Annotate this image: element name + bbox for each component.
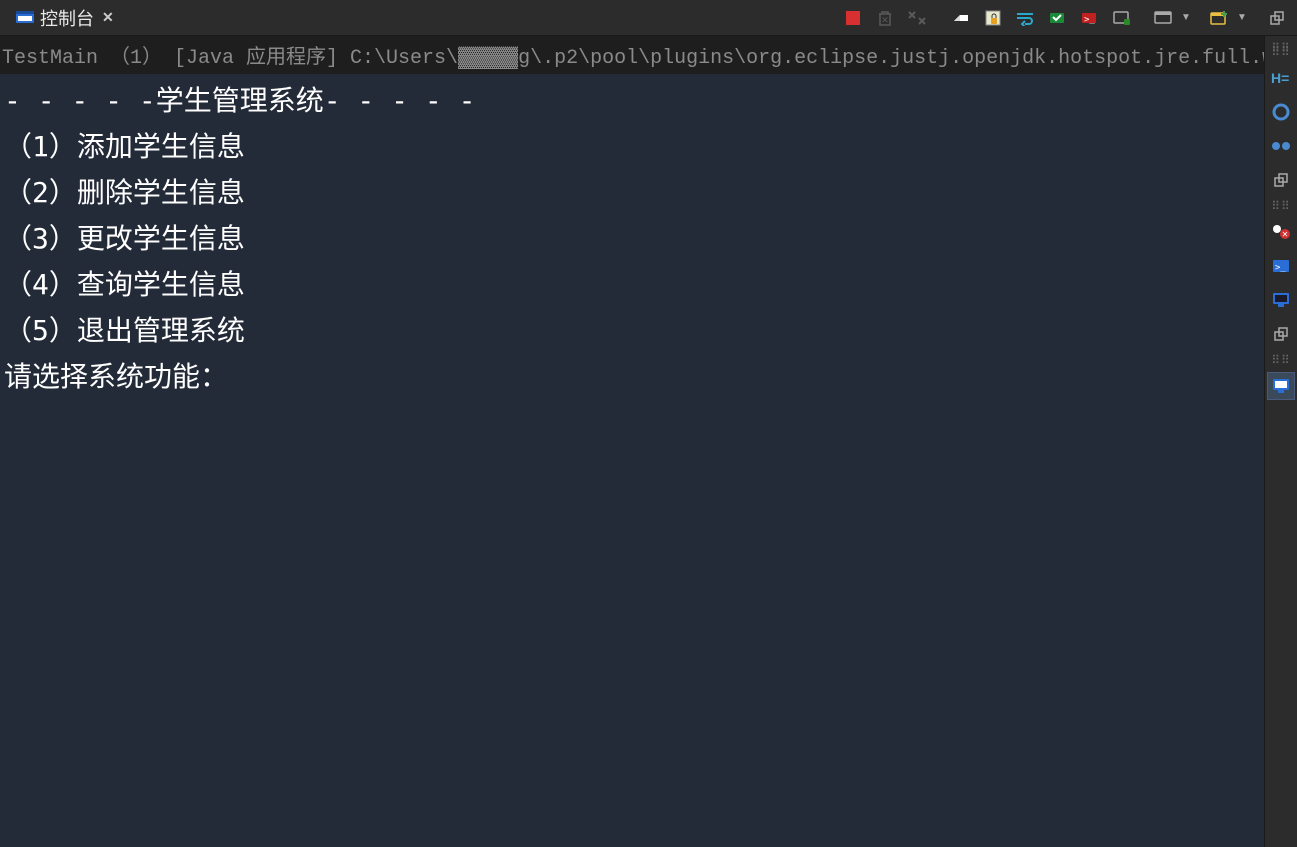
svg-text:H=: H= [1271,70,1289,86]
remove-launch-button[interactable]: ✕ [871,4,899,32]
restore-button-1[interactable] [1267,166,1295,194]
console-tab[interactable]: 控制台 ✕ [8,4,124,32]
drag-handle-icon[interactable]: ⠿⠿ [1267,354,1295,366]
console-view-button[interactable] [1267,372,1295,400]
svg-text:>_: >_ [1084,15,1095,25]
svg-text:>_: >_ [1275,263,1286,273]
restore-button-2[interactable] [1267,320,1295,348]
svg-text:✕: ✕ [881,15,889,25]
console-alt-view-button[interactable]: >_ [1267,252,1295,280]
console-line: （3）更改学生信息 [4,216,1260,262]
console-line: （5）退出管理系统 [4,308,1260,354]
breakpoints-view-button[interactable]: H= [1267,64,1295,92]
process-info-line: TestMain （1） [Java 应用程序] C:\Users\▓▓▓▓▓g… [0,36,1264,74]
monitor-view-button[interactable] [1267,286,1295,314]
console-toolbar: ✕ [839,4,1297,32]
open-console-button[interactable] [1107,4,1135,32]
console-line: 请选择系统功能： [4,354,1260,400]
console-line: （2）删除学生信息 [4,170,1260,216]
console-selector-button[interactable] [1149,4,1177,32]
expressions-view-button[interactable] [1267,98,1295,126]
remove-all-button[interactable] [903,4,931,32]
drag-handle-icon[interactable]: ⠿⠿⠿⠿ [1267,42,1295,58]
console-line: （1）添加学生信息 [4,124,1260,170]
minimize-view-button[interactable] [1263,4,1291,32]
tab-bar: 控制台 ✕ ✕ [0,0,1297,36]
svg-text:✕: ✕ [1282,230,1289,239]
new-console-dropdown[interactable]: ▼ [1237,12,1247,23]
console-line: - - - - -学生管理系统- - - - - [4,78,1260,124]
new-console-button[interactable] [1205,4,1233,32]
console-selector-dropdown[interactable]: ▼ [1181,12,1191,23]
scroll-lock-button[interactable] [979,4,1007,32]
close-tab-icon[interactable]: ✕ [100,9,116,26]
pin-console-button[interactable] [1043,4,1071,32]
console-output[interactable]: - - - - -学生管理系统- - - - - （1）添加学生信息 （2）删除… [0,74,1264,847]
drag-handle-icon[interactable]: ⠿⠿ [1267,200,1295,212]
problems-view-button[interactable]: ✕ [1267,218,1295,246]
console-tab-label: 控制台 [40,5,94,31]
clear-console-button[interactable] [947,4,975,32]
word-wrap-button[interactable] [1011,4,1039,32]
console-view: TestMain （1） [Java 应用程序] C:\Users\▓▓▓▓▓g… [0,36,1264,847]
perspective-sidebar: ⠿⠿⠿⠿ H= ⠿⠿ [1264,36,1297,847]
terminate-button[interactable] [839,4,867,32]
display-console-button[interactable]: >_ [1075,4,1103,32]
console-tab-icon [16,11,34,25]
variables-view-button[interactable] [1267,132,1295,160]
console-line: （4）查询学生信息 [4,262,1260,308]
